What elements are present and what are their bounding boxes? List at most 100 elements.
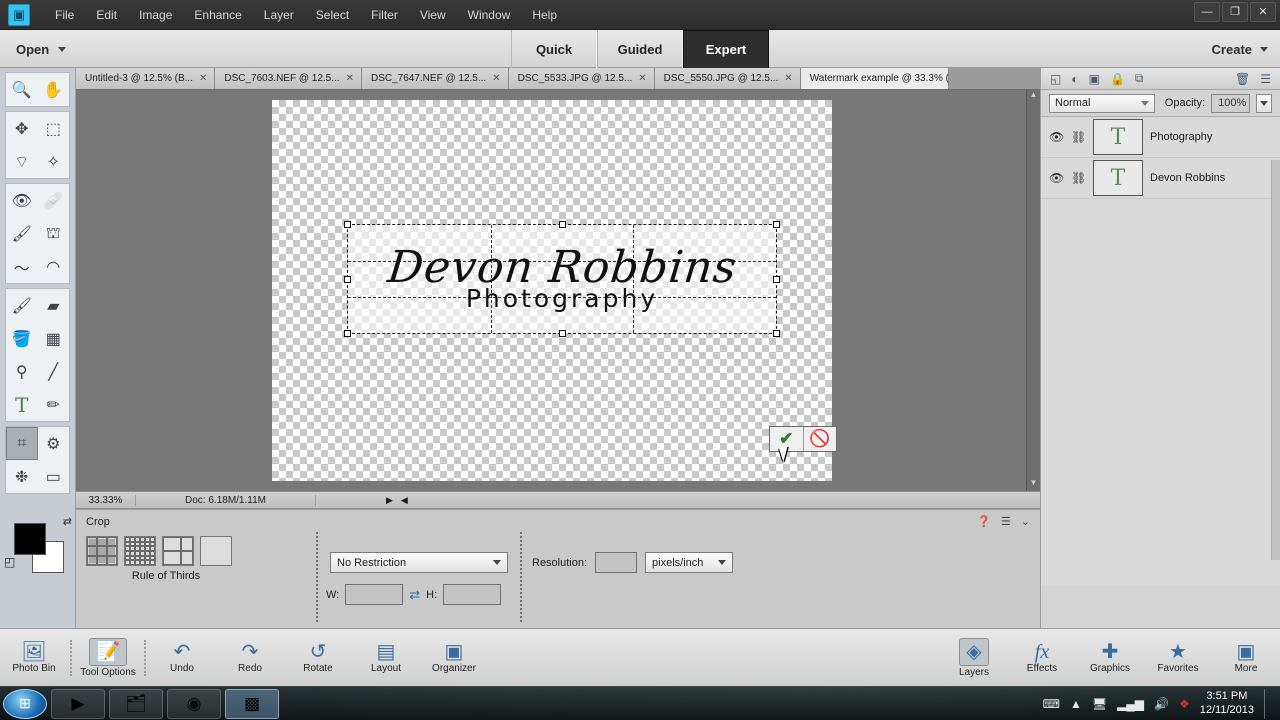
- crop-handle-ne[interactable]: [773, 221, 780, 228]
- eraser-tool[interactable]: ▰: [38, 289, 70, 322]
- blur-tool[interactable]: 〜: [6, 250, 38, 283]
- mode-guided[interactable]: Guided: [597, 30, 683, 68]
- tray-dropbox-icon[interactable]: ❖: [1179, 697, 1190, 711]
- golden-ratio-overlay-button[interactable]: [162, 536, 194, 566]
- windows-start-orb-icon[interactable]: ⊞: [3, 688, 47, 719]
- no-overlay-button[interactable]: [200, 536, 232, 566]
- document-tab-active[interactable]: Watermark example @ 33.3% (RGB/8) * ✕: [800, 68, 949, 89]
- show-desktop-button[interactable]: [1264, 688, 1274, 719]
- panel-menu-icon[interactable]: ☰: [1260, 72, 1271, 86]
- crop-handle-sw[interactable]: [344, 330, 351, 337]
- opacity-input[interactable]: 100%: [1211, 93, 1251, 113]
- quick-selection-tool[interactable]: ✧: [38, 145, 70, 178]
- crop-handle-n[interactable]: [559, 221, 566, 228]
- layer-link-icon[interactable]: ⛓: [1071, 171, 1086, 185]
- menu-item-view[interactable]: View: [409, 4, 457, 26]
- blend-mode-select[interactable]: Normal: [1049, 93, 1155, 113]
- layer-thumbnail[interactable]: T: [1093, 160, 1143, 196]
- menu-item-image[interactable]: Image: [128, 4, 183, 26]
- document-tab[interactable]: Untitled-3 @ 12.5% (B... ✕: [76, 68, 216, 89]
- taskbar-clock[interactable]: 3:51 PM 12/11/2013: [1200, 690, 1254, 718]
- layer-visibility-icon[interactable]: 👁: [1049, 130, 1064, 144]
- rectangular-marquee-tool[interactable]: ⬚: [38, 112, 70, 145]
- layers-button[interactable]: ◈ Layers: [940, 633, 1008, 683]
- tray-keyboard-icon[interactable]: ⌨: [1043, 697, 1060, 711]
- document-tab[interactable]: DSC_7603.NEF @ 12.5... ✕: [215, 68, 362, 89]
- close-icon[interactable]: ✕: [199, 73, 207, 84]
- document-tab[interactable]: DSC_5550.JPG @ 12.5... ✕: [654, 68, 801, 89]
- open-button[interactable]: Open: [10, 37, 72, 61]
- sponge-tool[interactable]: ◠: [38, 250, 70, 283]
- grid-overlay-button[interactable]: [124, 536, 156, 566]
- eyedropper-tool[interactable]: ⚲: [6, 355, 38, 388]
- menu-item-help[interactable]: Help: [521, 4, 568, 26]
- adjustment-layer-icon[interactable]: ◐: [1071, 72, 1078, 86]
- zoom-level[interactable]: 33.33%: [76, 494, 136, 506]
- width-input[interactable]: [345, 584, 404, 605]
- undo-button[interactable]: ↶ Undo: [148, 633, 216, 683]
- tray-expand-icon[interactable]: ▲: [1070, 697, 1082, 711]
- mode-expert[interactable]: Expert: [683, 30, 769, 68]
- layer-row[interactable]: 👁 ⛓ T Devon Robbins: [1041, 158, 1280, 199]
- layer-visibility-icon[interactable]: 👁: [1049, 171, 1064, 185]
- close-icon[interactable]: ✕: [638, 73, 646, 84]
- canvas-area[interactable]: Devon Robbins Photography ✔ 🚫 ▲ ▼: [76, 90, 1040, 491]
- lasso-tool[interactable]: ⌔: [6, 145, 38, 178]
- crop-handle-nw[interactable]: [344, 221, 351, 228]
- straighten-tool[interactable]: ▭: [38, 460, 70, 493]
- menu-item-layer[interactable]: Layer: [253, 4, 305, 26]
- layer-name[interactable]: Photography: [1150, 131, 1212, 143]
- mode-quick[interactable]: Quick: [511, 30, 597, 68]
- red-eye-removal-tool[interactable]: 👁: [6, 184, 38, 217]
- clone-stamp-tool[interactable]: ⛫: [38, 217, 70, 250]
- gradient-tool[interactable]: ▦: [38, 322, 70, 355]
- link-layers-icon[interactable]: ⧉: [1135, 71, 1144, 86]
- taskbar-item-photoshop-elements[interactable]: ▩: [225, 688, 279, 719]
- crop-handle-e[interactable]: [773, 276, 780, 283]
- rotate-button[interactable]: ↺ Rotate: [284, 633, 352, 683]
- hand-tool[interactable]: ✋: [38, 73, 70, 106]
- layer-mask-icon[interactable]: ▣: [1089, 72, 1100, 86]
- minimize-button[interactable]: —: [1194, 2, 1220, 22]
- recompose-tool[interactable]: ❉: [6, 460, 38, 493]
- menu-item-filter[interactable]: Filter: [360, 4, 409, 26]
- menu-item-file[interactable]: File: [44, 4, 85, 26]
- close-icon[interactable]: ✕: [346, 73, 354, 84]
- horizontal-scroll-left-icon[interactable]: ◀: [401, 495, 408, 506]
- layers-panel-scrollbar[interactable]: [1271, 160, 1280, 560]
- reset-colors-icon[interactable]: ◰: [4, 555, 15, 569]
- help-icon[interactable]: ❓: [977, 515, 991, 528]
- effects-button[interactable]: fx Effects: [1008, 633, 1076, 683]
- line-tool[interactable]: ╱: [38, 355, 70, 388]
- type-tool[interactable]: T: [6, 388, 38, 421]
- resolution-input[interactable]: [595, 552, 638, 573]
- aspect-ratio-select[interactable]: No Restriction: [330, 552, 508, 573]
- document-tab[interactable]: DSC_7647.NEF @ 12.5... ✕: [361, 68, 509, 89]
- organizer-button[interactable]: ▣ Organizer: [420, 633, 488, 683]
- paint-bucket-tool[interactable]: 🪣: [6, 322, 38, 355]
- foreground-color-swatch[interactable]: [14, 523, 46, 555]
- cookie-cutter-tool[interactable]: ⚙: [38, 427, 70, 460]
- menu-item-select[interactable]: Select: [305, 4, 360, 26]
- resolution-unit-select[interactable]: pixels/inch: [645, 552, 734, 573]
- close-button[interactable]: ✕: [1250, 2, 1276, 22]
- restore-button[interactable]: ❐: [1222, 2, 1248, 22]
- taskbar-item-media-player[interactable]: ▶: [51, 688, 105, 719]
- create-button[interactable]: Create: [1212, 37, 1268, 61]
- photo-bin-button[interactable]: 🖼 Photo Bin: [0, 633, 68, 683]
- more-button[interactable]: ▣ More: [1212, 633, 1280, 683]
- height-input[interactable]: [443, 584, 502, 605]
- selection-brush-tool[interactable]: 🖌: [6, 217, 38, 250]
- crop-handle-w[interactable]: [344, 276, 351, 283]
- layout-button[interactable]: ▤ Layout: [352, 633, 420, 683]
- spot-healing-brush-tool[interactable]: 🩹: [38, 184, 70, 217]
- chevron-down-icon[interactable]: ⌄: [1021, 515, 1030, 528]
- close-icon[interactable]: ✕: [784, 73, 792, 84]
- pencil-tool[interactable]: ✏: [38, 388, 70, 421]
- crop-handle-s[interactable]: [559, 330, 566, 337]
- menu-item-window[interactable]: Window: [457, 4, 522, 26]
- document-tab[interactable]: DSC_5533.JPG @ 12.5... ✕: [508, 68, 655, 89]
- scroll-down-icon[interactable]: ▼: [1027, 478, 1040, 491]
- new-layer-icon[interactable]: ◱: [1050, 72, 1061, 86]
- zoom-tool[interactable]: 🔍: [6, 73, 38, 106]
